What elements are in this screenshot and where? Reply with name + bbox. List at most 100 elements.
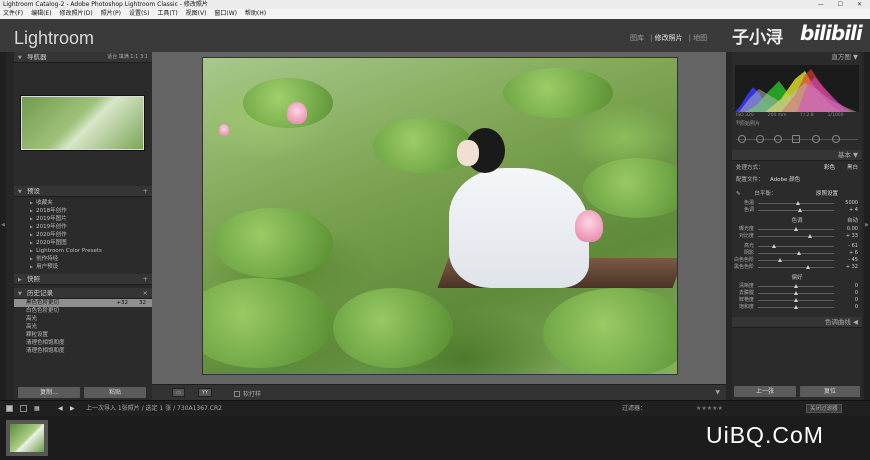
tone-curve-header[interactable]: 色调曲线 ◀ xyxy=(732,317,862,328)
soft-proof-checkbox[interactable] xyxy=(234,391,240,397)
preset-folder[interactable]: ▶ 收藏夹 xyxy=(14,199,152,207)
history-item[interactable]: 清理色相饱和度 xyxy=(14,347,152,355)
primary-display-icon[interactable] xyxy=(6,405,13,412)
highlights-slider[interactable]: 高光 - 61 xyxy=(732,243,862,250)
preset-folder[interactable]: ▶ 2018年创作 xyxy=(14,207,152,215)
right-panel-toggle[interactable]: ▶ xyxy=(864,52,870,400)
menu-help[interactable]: 帮助(H) xyxy=(245,10,266,17)
loupe-view-button[interactable]: ▭ xyxy=(172,388,185,397)
preset-folder[interactable]: ▶ 2019年图片 xyxy=(14,215,152,223)
copy-button[interactable]: 复制... xyxy=(18,387,80,398)
blacks-slider[interactable]: 黑色色阶 + 32 xyxy=(732,264,862,271)
soft-proofing[interactable]: 软打样 xyxy=(234,389,261,398)
spot-removal-icon[interactable] xyxy=(756,135,764,143)
menu-develop[interactable]: 修改照片(D) xyxy=(59,10,92,17)
histogram-header[interactable]: 直方图 ▼ xyxy=(732,52,862,63)
graduated-filter-icon[interactable] xyxy=(792,135,800,143)
histogram[interactable] xyxy=(735,65,859,112)
lotus-leaf xyxy=(583,158,677,218)
history-item[interactable]: 颗粒设置 xyxy=(14,331,152,339)
clear-history-button[interactable]: × xyxy=(143,288,148,299)
filter-off-select[interactable]: 关闭过滤器 xyxy=(806,404,842,413)
tone-curve-title: 色调曲线 ◀ xyxy=(824,318,858,326)
module-develop[interactable]: 修改照片 xyxy=(655,34,683,42)
secondary-display-icon[interactable] xyxy=(20,405,27,412)
whites-slider[interactable]: 白色色阶 - 45 xyxy=(732,257,862,264)
before-after-button[interactable]: YY xyxy=(198,388,212,397)
back-arrow-icon[interactable]: ◀ xyxy=(58,401,63,417)
saturation-slider[interactable]: 饱和度 0 xyxy=(732,304,862,311)
red-eye-icon[interactable] xyxy=(774,135,782,143)
tone-subheader: 色调 自动 xyxy=(791,217,858,226)
module-library[interactable]: 图库 xyxy=(630,34,644,42)
menu-view[interactable]: 视图(V) xyxy=(186,10,207,17)
contrast-slider[interactable]: 对比度 + 33 xyxy=(732,233,862,240)
menu-tools[interactable]: 工具(T) xyxy=(157,10,177,17)
paste-button[interactable]: 粘贴 xyxy=(84,387,146,398)
forward-arrow-icon[interactable]: ▶ xyxy=(70,401,75,417)
shadows-slider[interactable]: 阴影 + 6 xyxy=(732,250,862,257)
history-item[interactable]: 高光 xyxy=(14,323,152,331)
navigator-preview[interactable] xyxy=(20,95,145,151)
menu-settings[interactable]: 设置(S) xyxy=(129,10,150,17)
expand-triangle-icon: ▶ xyxy=(30,216,34,221)
basic-header[interactable]: 基本 ▼ xyxy=(732,150,862,161)
tint-slider[interactable]: 色调 + 4 xyxy=(732,207,862,214)
collapse-triangle-icon: ▼ xyxy=(18,55,22,61)
bilibili-watermark: bilibili xyxy=(800,21,863,45)
history-item[interactable]: 白色色阶更切 xyxy=(14,307,152,315)
main-photo[interactable] xyxy=(202,57,678,375)
histogram-title: 直方图 ▼ xyxy=(831,53,858,61)
zoom-options[interactable]: 适合 填满 1:1 3:1 xyxy=(107,52,148,63)
module-map[interactable]: 地图 xyxy=(693,34,707,42)
dehaze-slider[interactable]: 去朦胧 0 xyxy=(732,290,862,297)
menu-photo[interactable]: 照片(P) xyxy=(101,10,121,17)
presets-header[interactable]: ▼ 预设 + xyxy=(14,186,152,197)
reset-button[interactable]: 复位 xyxy=(800,386,860,397)
add-preset-button[interactable]: + xyxy=(143,186,148,197)
left-panel-toggle[interactable]: ◀ xyxy=(0,52,6,400)
snapshots-header[interactable]: ▶ 快照 + xyxy=(14,274,152,285)
preset-folder[interactable]: ▶ 2019年创作 xyxy=(14,223,152,231)
filmstrip-thumbnail[interactable] xyxy=(6,420,48,456)
preset-folder[interactable]: ▶ 创作持经 xyxy=(14,255,152,263)
bw-treatment-button[interactable]: 黑白 xyxy=(847,164,858,172)
toolbar-menu-icon[interactable]: ▼ xyxy=(715,389,720,396)
lotus-leaf xyxy=(333,288,453,368)
filmstrip-source[interactable]: 上一次导入 1张照片 / 选定 1 张 / 730A1367.CR2 xyxy=(86,401,222,417)
wb-select[interactable]: 原照设置 xyxy=(816,190,838,198)
history-item[interactable]: 高光 xyxy=(14,315,152,323)
navigator-header[interactable]: ▼ 导航器 适合 填满 1:1 3:1 xyxy=(14,52,152,63)
adjustment-brush-icon[interactable] xyxy=(832,135,840,143)
auto-tone-button[interactable]: 自动 xyxy=(847,217,858,226)
preset-folder[interactable]: ▶ 2020年创作 xyxy=(14,231,152,239)
menu-edit[interactable]: 编辑(E) xyxy=(31,10,51,17)
app-logo: Lightroom xyxy=(14,28,95,48)
window-title: Lightroom Catalog-2 - Adobe Photoshop Li… xyxy=(3,1,208,8)
preset-folder[interactable]: ▶ Lightroom Color Presets xyxy=(14,247,152,255)
color-treatment-button[interactable]: 彩色 xyxy=(824,164,835,172)
exposure-slider[interactable]: 曝光度 0.00 xyxy=(732,226,862,233)
preset-folder[interactable]: ▶ 2020年图图 xyxy=(14,239,152,247)
clarity-slider[interactable]: 清晰度 0 xyxy=(732,283,862,290)
menu-bar: 文件(F) 编辑(E) 修改照片(D) 照片(P) 设置(S) 工具(T) 视图… xyxy=(0,9,870,19)
previous-button[interactable]: 上一张 xyxy=(734,386,796,397)
rating-filter-stars[interactable]: ★★★★★ xyxy=(696,401,723,417)
crop-tool-icon[interactable] xyxy=(738,135,746,143)
radial-filter-icon[interactable] xyxy=(812,135,820,143)
profile-select[interactable]: Adobe 颜色 xyxy=(770,176,800,184)
temp-slider[interactable]: 色温 5000 xyxy=(732,200,862,207)
vibrance-slider[interactable]: 鲜艳度 0 xyxy=(732,297,862,304)
left-panel-buttons: 复制... 粘贴 xyxy=(14,387,152,399)
menu-window[interactable]: 窗口(W) xyxy=(214,10,237,17)
menu-file[interactable]: 文件(F) xyxy=(3,10,23,17)
wb-eyedropper-icon[interactable]: ✎ xyxy=(736,191,741,197)
preset-folder[interactable]: ▶ 用户预设 xyxy=(14,263,152,271)
history-item[interactable]: 清理色相饱和度 xyxy=(14,339,152,347)
grid-icon[interactable]: ▦ xyxy=(34,401,40,417)
develop-toolbar: ▭ YY 软打样 ▼ xyxy=(152,384,726,400)
add-snapshot-button[interactable]: + xyxy=(143,274,148,285)
history-header[interactable]: ▼ 历史记录 × xyxy=(14,288,152,299)
window-controls[interactable]: — ☐ ✕ xyxy=(818,0,868,9)
history-item[interactable]: 黑色色阶更切 +32 32 xyxy=(14,299,152,307)
